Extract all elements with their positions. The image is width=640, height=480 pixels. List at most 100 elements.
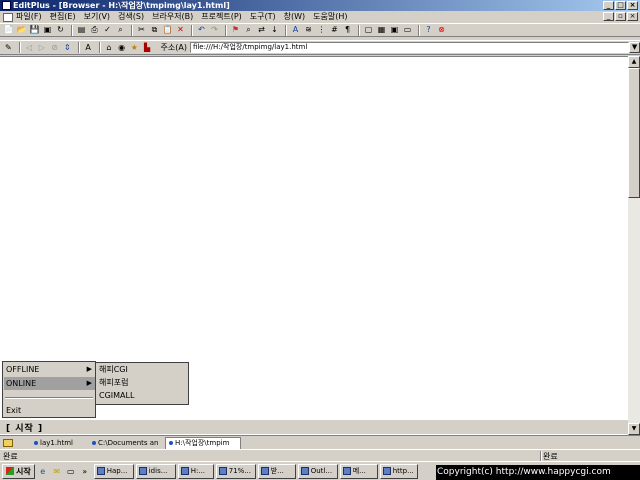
close-button[interactable]: ×: [627, 1, 638, 10]
copy-icon[interactable]: ⧉: [149, 25, 160, 36]
delete-icon[interactable]: ✕: [175, 25, 186, 36]
taskbar-btn-hap[interactable]: Hap...: [93, 463, 134, 479]
desktop-icon[interactable]: ▭: [66, 466, 76, 476]
menu-browser[interactable]: 브라우저(B): [152, 11, 193, 23]
address-dropdown-icon[interactable]: ▼: [629, 42, 640, 53]
window-icon: [300, 467, 309, 475]
taskbar-btn-http[interactable]: http...: [379, 463, 418, 479]
scroll-thumb[interactable]: [628, 68, 640, 198]
paste-icon[interactable]: 📋: [162, 25, 173, 36]
address-input[interactable]: file:///H:/작업장/tmpimg/lay1.html: [189, 42, 630, 53]
globe-icon[interactable]: ◉: [116, 42, 127, 53]
toolbar-separator: [358, 24, 360, 36]
find-icon[interactable]: ⌕: [115, 25, 126, 36]
menu-help[interactable]: 도움말(H): [313, 11, 347, 23]
save-icon[interactable]: 💾: [29, 25, 40, 36]
linenumber-icon[interactable]: #: [329, 25, 340, 36]
maximize-button[interactable]: □: [615, 1, 626, 10]
window-icon: [342, 467, 351, 475]
back-icon[interactable]: ◁: [24, 42, 35, 53]
replace-icon[interactable]: ⇄: [256, 25, 267, 36]
menu-window[interactable]: 창(W): [284, 11, 306, 23]
goto-icon[interactable]: ↓: [269, 25, 280, 36]
document-tabs: lay1.html C:\Documents an H:\작업장\tmpim: [0, 435, 640, 449]
text-icon[interactable]: A: [83, 42, 94, 53]
ruler-icon[interactable]: ⋮: [316, 25, 327, 36]
stop-load-icon[interactable]: ⊘: [49, 42, 60, 53]
menu-project[interactable]: 프로젝트(P): [201, 11, 242, 23]
pen-icon[interactable]: ✎: [3, 42, 14, 53]
mdi-restore-button[interactable]: ▫: [615, 12, 626, 21]
toolbar-separator: [77, 42, 80, 53]
find-replace-icon[interactable]: ⚑: [230, 25, 241, 36]
menu-bar: 파일(F) 편집(E) 보기(V) 검색(S) 브라우저(B) 프로젝트(P) …: [0, 11, 640, 23]
menu-file[interactable]: 파일(F): [16, 11, 42, 23]
bookmark-icon[interactable]: ▙: [142, 42, 153, 53]
start-button[interactable]: 시작: [2, 463, 35, 479]
scroll-up-icon[interactable]: ▲: [628, 56, 640, 68]
taskbar-btn-idis[interactable]: idis...: [135, 463, 176, 479]
scroll-down-icon[interactable]: ▼: [628, 423, 640, 435]
menu-exit[interactable]: Exit: [4, 404, 95, 417]
tab-lay1-label: lay1.html: [40, 438, 74, 447]
ie-icon[interactable]: e: [38, 466, 48, 476]
page-side-menu: OFFLINE ▶ ONLINE ▶ Exit: [2, 361, 96, 418]
new-file-icon[interactable]: 📄: [3, 25, 14, 36]
submenu-happycgi[interactable]: 해피CGI: [96, 363, 188, 376]
print-icon[interactable]: ⎙: [89, 25, 100, 36]
home-icon[interactable]: ⌂: [104, 42, 115, 53]
taskbar-btn-memo[interactable]: 메...: [339, 463, 378, 479]
taskbar-btn-outlook[interactable]: Outl...: [297, 463, 338, 479]
cut-icon[interactable]: ✂: [136, 25, 147, 36]
redo-icon[interactable]: ↷: [209, 25, 220, 36]
cascade-icon[interactable]: ▣: [389, 25, 400, 36]
html-file-icon: [92, 440, 96, 445]
menu-online[interactable]: ONLINE ▶: [4, 377, 95, 390]
forward-icon[interactable]: ▷: [37, 42, 48, 53]
tab-browser[interactable]: H:\작업장\tmpim: [165, 436, 241, 449]
vertical-scrollbar[interactable]: ▲ ▼: [628, 56, 640, 435]
menu-exit-label: Exit: [6, 406, 22, 415]
folder-icon[interactable]: [3, 438, 13, 447]
submenu-happyforum[interactable]: 해피포럼: [96, 376, 188, 389]
stop-icon[interactable]: ⊗: [436, 25, 447, 36]
taskbar-btn-label: idis...: [148, 467, 168, 475]
app-icon[interactable]: [2, 1, 11, 10]
favorites-icon[interactable]: ★: [129, 42, 140, 53]
taskbar-btn-h[interactable]: H:...: [177, 463, 214, 479]
more-icon[interactable]: »: [80, 466, 90, 476]
spellcheck-icon[interactable]: ✓: [102, 25, 113, 36]
taskbar-btn-71[interactable]: 71%...: [215, 463, 256, 479]
window-icon[interactable]: ▢: [363, 25, 374, 36]
menu-view[interactable]: 보기(V): [84, 11, 110, 23]
tile-icon[interactable]: ▦: [376, 25, 387, 36]
column-icon[interactable]: ¶: [342, 25, 353, 36]
wordwrap-icon[interactable]: ≋: [303, 25, 314, 36]
menu-offline[interactable]: OFFLINE ▶: [4, 363, 95, 376]
help-icon[interactable]: ?: [423, 25, 434, 36]
menu-tools[interactable]: 도구(T): [250, 11, 276, 23]
submenu-cgimall[interactable]: CGIMALL: [96, 389, 188, 402]
outlook-icon[interactable]: ✉: [52, 466, 62, 476]
open-folder-icon[interactable]: 📂: [16, 25, 27, 36]
fullscreen-icon[interactable]: ▭: [402, 25, 413, 36]
refresh-icon[interactable]: ↻: [55, 25, 66, 36]
font-icon[interactable]: A: [290, 25, 301, 36]
minimize-button[interactable]: _: [603, 1, 614, 10]
menu-edit[interactable]: 편집(E): [50, 11, 76, 23]
tab-documents[interactable]: C:\Documents an: [89, 437, 165, 449]
taskbar-btn-receive[interactable]: 받...: [257, 463, 296, 479]
mdi-minimize-button[interactable]: _: [603, 12, 614, 21]
document-icon[interactable]: [3, 12, 13, 22]
undo-icon[interactable]: ↶: [196, 25, 207, 36]
reload-icon[interactable]: ⇕: [62, 42, 73, 53]
menu-search[interactable]: 검색(S): [118, 11, 144, 23]
tab-lay1[interactable]: lay1.html: [31, 437, 89, 449]
find-next-icon[interactable]: ⌕: [243, 25, 254, 36]
print-preview-icon[interactable]: ▤: [76, 25, 87, 36]
mdi-close-button[interactable]: ×: [627, 12, 638, 21]
window-controls: _ □ ×: [603, 1, 638, 10]
html-file-icon: [34, 440, 38, 445]
page-start-label[interactable]: [ 시작 ]: [6, 421, 43, 434]
save-all-icon[interactable]: ▣: [42, 25, 53, 36]
